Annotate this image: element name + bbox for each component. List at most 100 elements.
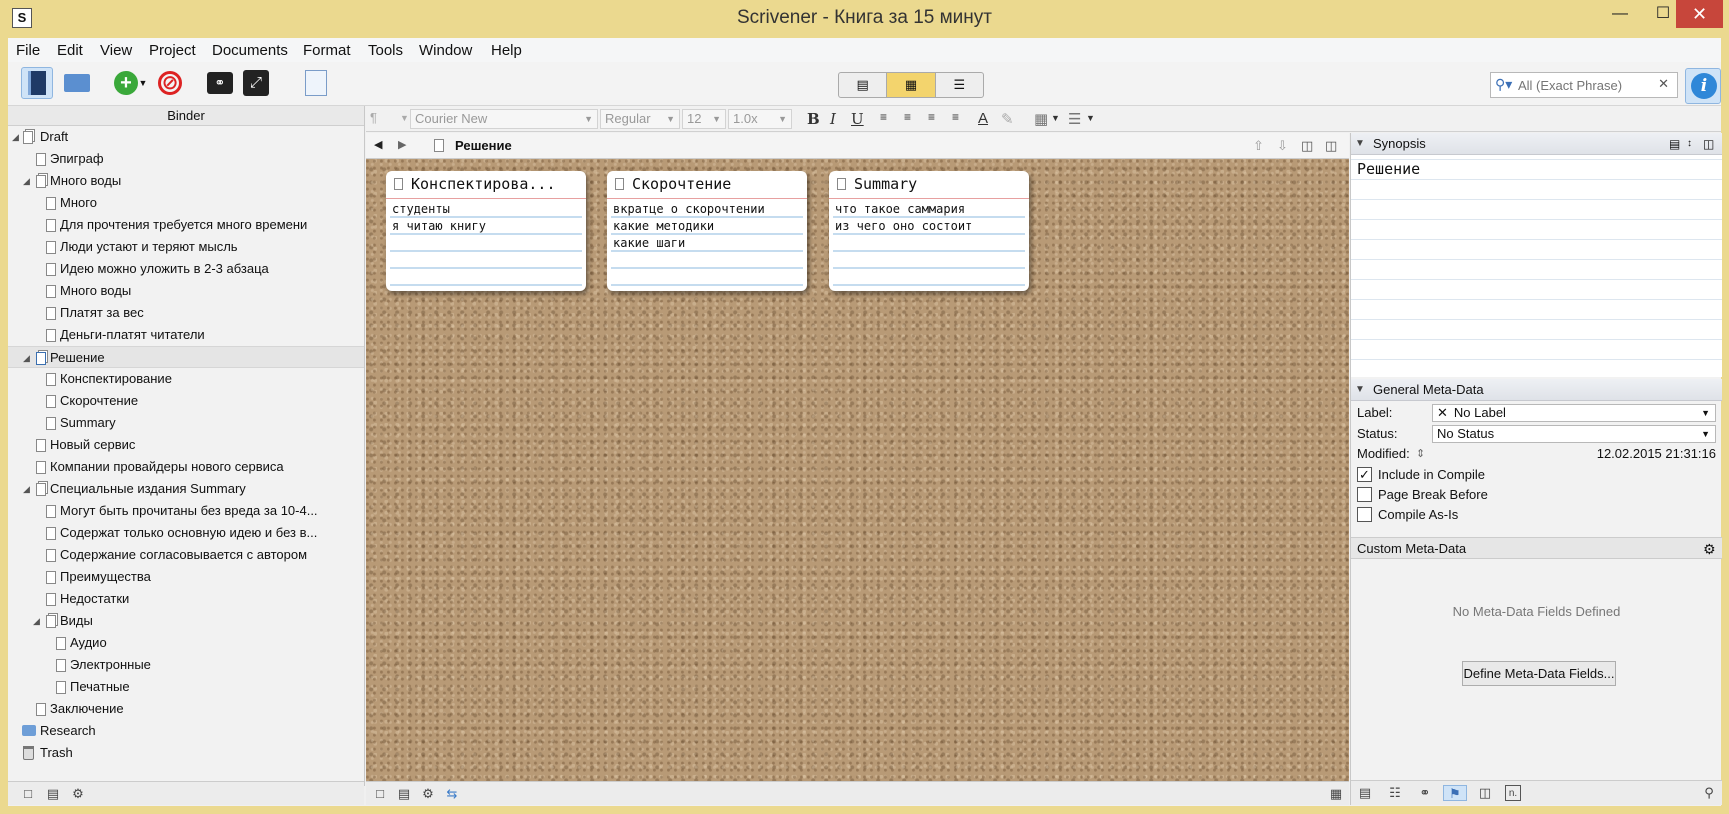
chevron-updown-icon[interactable]: ↕ — [1687, 133, 1692, 155]
snapshots-icon[interactable]: ◫ — [1477, 785, 1493, 801]
collapse-triangle-icon[interactable]: ◢ — [23, 170, 30, 192]
binder-item-draft[interactable]: ◢ Draft — [8, 126, 364, 148]
align-left-icon[interactable]: ≡ — [880, 110, 887, 124]
scrivenings-view-button[interactable]: ▤ — [839, 73, 888, 97]
page-break-checkbox[interactable] — [1357, 487, 1372, 502]
align-justify-icon[interactable]: ≡ — [928, 110, 935, 124]
binder-item[interactable]: ◢ Виды — [8, 610, 364, 632]
index-card[interactable]: Summary что такое саммария из чего оно с… — [829, 171, 1029, 291]
binder-item-research[interactable]: Research — [8, 720, 364, 742]
compile-as-is-checkbox[interactable] — [1357, 507, 1372, 522]
split-vertical-icon[interactable]: ◫ — [1325, 138, 1337, 154]
binder-item[interactable]: Содержат только основную идею и без в... — [8, 522, 364, 544]
binder-item[interactable]: Печатные — [8, 676, 364, 698]
binder-item[interactable]: Люди устают и теряют мысль — [8, 236, 364, 258]
menu-view[interactable]: View — [100, 42, 132, 59]
binder-item[interactable]: Электронные — [8, 654, 364, 676]
minimize-button[interactable]: — — [1600, 0, 1640, 28]
index-card-title[interactable]: Summary — [854, 175, 1024, 193]
binder-toggle-button[interactable] — [21, 67, 53, 99]
menu-documents[interactable]: Documents — [212, 42, 288, 59]
fullscreen-button[interactable]: ⤢ — [240, 67, 272, 99]
text-color-icon[interactable]: A — [978, 110, 988, 127]
binder-item[interactable]: Платят за вес — [8, 302, 364, 324]
binder-item[interactable]: Заключение — [8, 698, 364, 720]
binder-item[interactable]: Аудио — [8, 632, 364, 654]
close-button[interactable]: ✕ — [1676, 0, 1723, 28]
menu-project[interactable]: Project — [149, 42, 196, 59]
binder-item[interactable]: Недостатки — [8, 588, 364, 610]
sort-arrows-icon[interactable]: ⇕ — [1416, 444, 1425, 464]
image-icon[interactable]: ◫ — [1703, 133, 1714, 155]
move-up-icon[interactable]: ⇧ — [1253, 138, 1264, 154]
align-right-icon[interactable]: ≡ — [952, 110, 959, 124]
label-select[interactable]: ✕ No Label ▼ — [1432, 404, 1716, 422]
menu-window[interactable]: Window — [419, 42, 472, 59]
list-icon[interactable]: ☰ — [1068, 110, 1081, 128]
font-style-select[interactable]: Regular ▼ — [600, 109, 680, 129]
index-card[interactable]: Конспектирова... студенты я читаю книгу — [386, 171, 586, 291]
comments-icon[interactable]: n. — [1505, 785, 1521, 801]
binder-item[interactable]: Новый сервис — [8, 434, 364, 456]
status-select[interactable]: No Status ▼ — [1432, 425, 1716, 443]
move-down-icon[interactable]: ⇩ — [1277, 138, 1288, 154]
binder-item[interactable]: Для прочтения требуется много времени — [8, 214, 364, 236]
index-card-title[interactable]: Скорочтение — [632, 175, 802, 193]
notes-icon[interactable]: ▤ — [1357, 785, 1373, 801]
collections-button[interactable] — [61, 67, 93, 99]
chevron-down-icon[interactable]: ▼ — [1086, 113, 1095, 123]
collapse-triangle-icon[interactable]: ◢ — [12, 126, 19, 148]
menu-format[interactable]: Format — [303, 42, 351, 59]
add-dropdown-chevron[interactable]: ▼ — [136, 67, 150, 99]
highlight-icon[interactable]: ✎ — [1001, 110, 1014, 128]
lock-icon[interactable]: ⚲ — [1701, 785, 1717, 801]
collapse-triangle-icon[interactable]: ▼ — [1355, 379, 1365, 401]
binder-item[interactable]: Могут быть прочитаны без вреда за 10-4..… — [8, 500, 364, 522]
search-icon[interactable]: ⚲▾ — [1495, 76, 1512, 93]
index-card-synopsis[interactable]: вкратце о скорочтении какие методики как… — [611, 201, 803, 287]
chevron-down-icon[interactable]: ▼ — [1051, 113, 1060, 123]
corkboard[interactable]: Конспектирова... студенты я читаю книгу … — [366, 159, 1349, 781]
new-folder-icon[interactable]: ▤ — [45, 786, 61, 802]
corkboard-view-button[interactable]: ▦ — [887, 73, 936, 97]
grid-layout-icon[interactable]: ▦ — [1328, 786, 1344, 802]
paragraph-style-icon[interactable]: ¶ — [370, 110, 377, 125]
gear-icon[interactable]: ⚙ — [70, 786, 86, 802]
binder-item[interactable]: ◢ Много воды — [8, 170, 364, 192]
metadata-tag-icon[interactable]: ⚑ — [1443, 785, 1467, 801]
image-toggle-icon[interactable]: ▤ — [1669, 133, 1680, 155]
binder-item[interactable]: Много — [8, 192, 364, 214]
binder-item[interactable]: Скорочтение — [8, 390, 364, 412]
document-icon[interactable] — [434, 139, 444, 152]
collapse-triangle-icon[interactable]: ▼ — [1355, 133, 1365, 155]
collapse-triangle-icon[interactable]: ◢ — [23, 478, 30, 500]
line-spacing-select[interactable]: 1.0x ▼ — [728, 109, 792, 129]
swap-arrows-icon[interactable]: ⇆ — [444, 786, 460, 802]
binder-item[interactable]: Компании провайдеры нового сервиса — [8, 456, 364, 478]
gear-icon[interactable]: ⚙ — [1703, 538, 1716, 560]
align-center-icon[interactable]: ≡ — [904, 110, 911, 124]
include-compile-checkbox[interactable]: ✓ — [1357, 467, 1372, 482]
define-metadata-button[interactable]: Define Meta-Data Fields... — [1462, 661, 1616, 686]
general-metadata-header[interactable]: ▼ General Meta-Data — [1351, 379, 1722, 401]
italic-button[interactable]: I — [830, 110, 836, 128]
keywords-button[interactable]: ⚭ — [204, 67, 236, 99]
binder-item[interactable]: Конспектирование — [8, 368, 364, 390]
index-card-title[interactable]: Конспектирова... — [411, 175, 581, 193]
keywords-icon[interactable]: ⚭ — [1417, 785, 1433, 801]
compile-button[interactable] — [300, 67, 332, 99]
binder-item[interactable]: Преимущества — [8, 566, 364, 588]
synopsis-textarea[interactable]: Решение — [1351, 155, 1722, 377]
font-size-select[interactable]: 12 ▼ — [682, 109, 726, 129]
back-arrow-icon[interactable]: ◀ — [374, 138, 382, 151]
binder-item[interactable]: Summary — [8, 412, 364, 434]
new-document-icon[interactable]: □ — [372, 786, 388, 802]
menu-edit[interactable]: Edit — [57, 42, 83, 59]
binder-item[interactable]: Эпиграф — [8, 148, 364, 170]
gear-icon[interactable]: ⚙ — [420, 786, 436, 802]
binder-item[interactable]: ◢ Специальные издания Summary — [8, 478, 364, 500]
collapse-triangle-icon[interactable]: ◢ — [33, 610, 40, 632]
new-document-icon[interactable]: □ — [20, 786, 36, 802]
menu-tools[interactable]: Tools — [368, 42, 403, 59]
binder-item[interactable]: Содержание согласовывается с автором — [8, 544, 364, 566]
